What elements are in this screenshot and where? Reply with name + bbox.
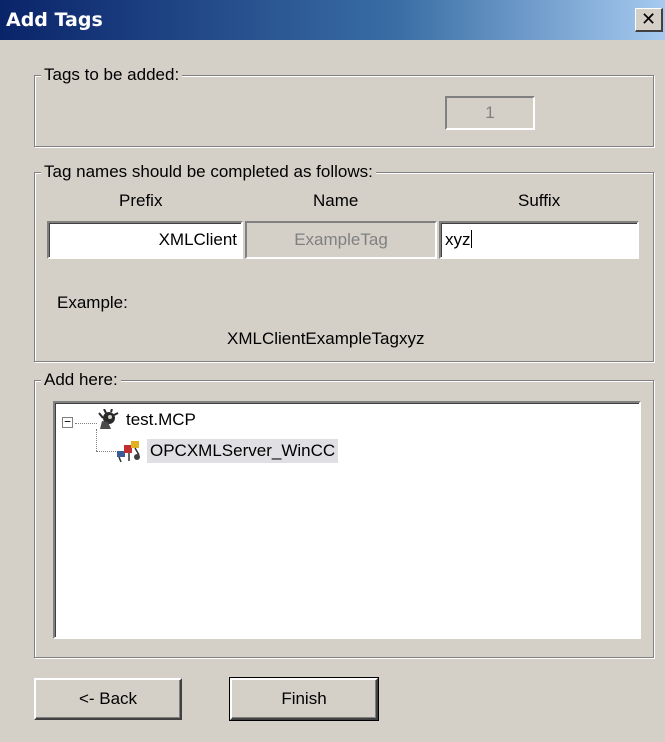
name-input: ExampleTag — [245, 221, 437, 259]
suffix-header: Suffix — [518, 191, 561, 210]
prefix-header: Prefix — [119, 191, 163, 210]
tags-to-add-legend: Tags to be added: — [41, 65, 183, 85]
tree-connector — [75, 423, 97, 424]
back-button[interactable]: <- Back — [34, 678, 182, 720]
suffix-input[interactable]: xyz — [439, 221, 639, 259]
target-tree[interactable]: − test.MCP OPCXMLServer_WinCC — [53, 401, 641, 639]
name-value: ExampleTag — [294, 230, 388, 249]
name-header: Name — [313, 191, 359, 210]
collapse-toggle[interactable]: − — [62, 416, 73, 428]
tag-count-field: 1 — [445, 96, 535, 130]
finish-button[interactable]: Finish — [229, 677, 379, 721]
tree-node-root[interactable]: test.MCP — [123, 408, 199, 432]
opc-server-icon — [115, 439, 143, 463]
project-icon — [97, 408, 119, 431]
tag-names-group: Tag names should be completed as follows… — [34, 162, 654, 362]
title-bar: Add Tags ✕ — [0, 0, 665, 40]
example-value: XMLClientExampleTagxyz — [227, 329, 425, 348]
prefix-value: XMLClient — [158, 230, 237, 249]
window-title: Add Tags — [6, 9, 103, 31]
tag-count-value: 1 — [485, 103, 495, 122]
prefix-input[interactable]: XMLClient — [47, 221, 243, 259]
suffix-value: xyz — [445, 230, 471, 249]
tag-names-legend: Tag names should be completed as follows… — [41, 162, 376, 182]
close-button[interactable]: ✕ — [635, 8, 663, 32]
close-icon: ✕ — [640, 8, 657, 30]
suffix-text: xyz — [445, 230, 472, 250]
add-here-group: Add here: − test.MCP OPCXMLServer_WinCC — [34, 370, 654, 658]
add-here-legend: Add here: — [41, 370, 121, 390]
tree-connector — [96, 451, 116, 452]
tags-to-add-group: Tags to be added: 1 — [34, 65, 654, 147]
text-caret — [470, 230, 472, 248]
example-label: Example: — [57, 293, 128, 312]
tree-connector — [96, 429, 97, 451]
tree-node-server[interactable]: OPCXMLServer_WinCC — [147, 439, 339, 463]
